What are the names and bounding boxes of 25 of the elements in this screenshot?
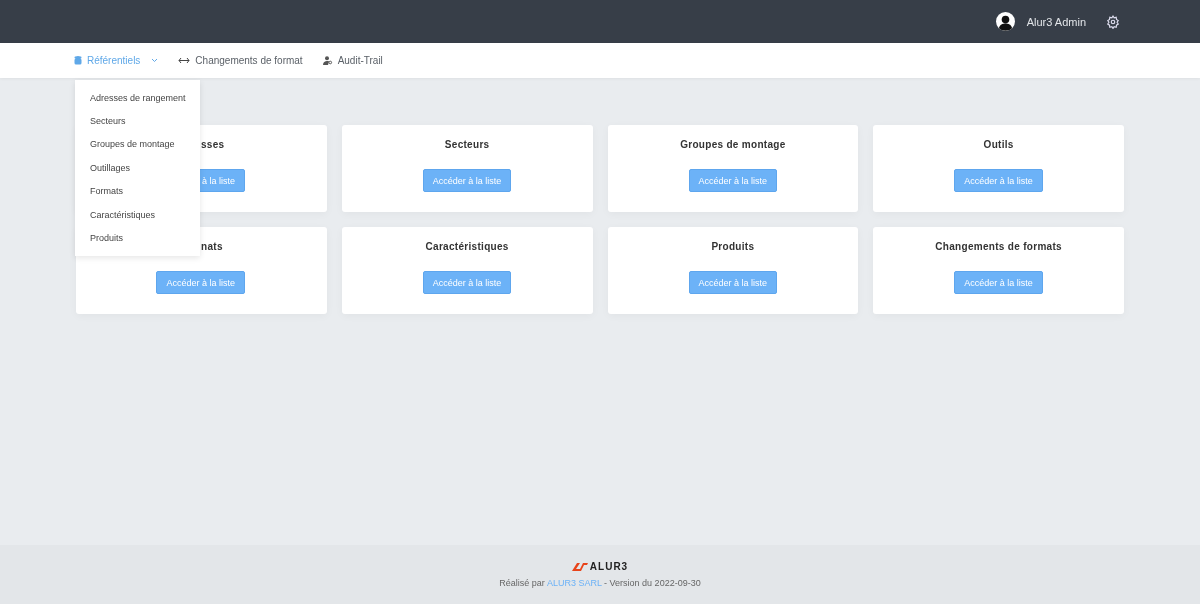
nav-tab[interactable]: Audit-Trail xyxy=(322,55,383,66)
menu-item[interactable]: Caractéristiques xyxy=(75,202,200,227)
footer-text: Réalisé par ALUR3 SARL - Version du 2022-09-30 xyxy=(499,578,701,588)
chevron-icon xyxy=(151,58,159,63)
menu-item[interactable]: Secteurs xyxy=(75,109,200,133)
card-title: Groupes de montage xyxy=(680,139,786,150)
card-title: Outils xyxy=(983,139,1014,150)
menu-item[interactable]: Produits xyxy=(75,226,200,250)
user-name[interactable]: Alur3 Admin xyxy=(1026,15,1086,28)
logo-text: ALUR3 xyxy=(589,561,629,572)
nav-tab[interactable]: Changements de format xyxy=(178,55,303,66)
card-title: nats xyxy=(200,241,223,252)
card-title: Caractéristiques xyxy=(425,241,509,252)
menu-item[interactable]: Groupes de montage xyxy=(75,132,200,157)
avatar-icon[interactable] xyxy=(995,12,1015,31)
logo-icon xyxy=(571,562,588,571)
card-title: Produits xyxy=(711,241,755,252)
arrows-icon xyxy=(178,57,191,64)
user-search-icon xyxy=(322,56,333,65)
card-title: Changements de formats xyxy=(935,241,1062,252)
database-icon xyxy=(74,56,82,65)
menu-item[interactable]: Adresses de rangement xyxy=(75,86,200,110)
card-title: Secteurs xyxy=(444,139,490,150)
card-title: sses xyxy=(200,139,225,150)
settings-icon[interactable] xyxy=(1106,14,1120,29)
